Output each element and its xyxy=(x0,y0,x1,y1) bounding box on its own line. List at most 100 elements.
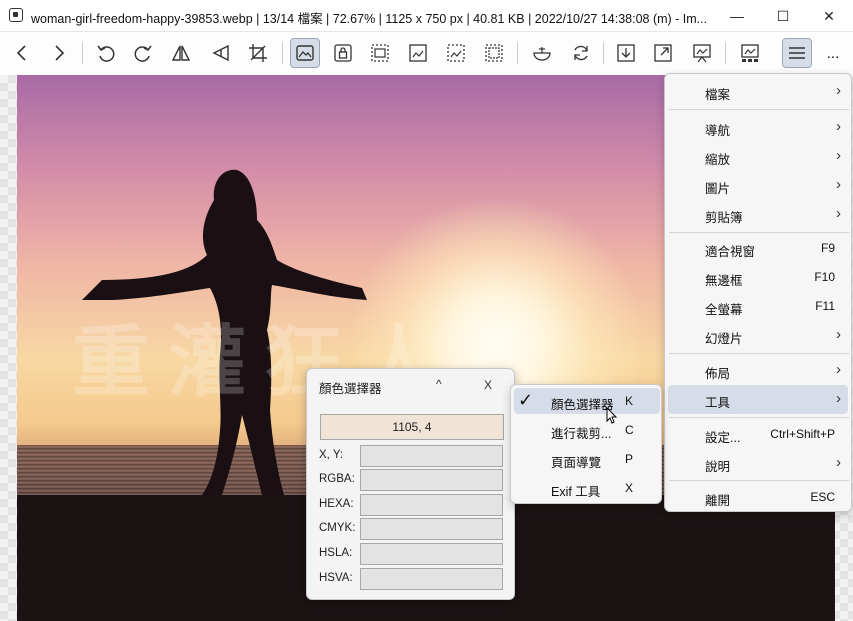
submenu-item-shortcut: P xyxy=(625,452,634,466)
menu-item-label: 工具 xyxy=(705,396,731,410)
open-location-button[interactable] xyxy=(611,38,641,68)
flip-horizontal-button[interactable] xyxy=(166,38,196,68)
menu-item-label: 全螢幕 xyxy=(705,303,743,317)
menu-separator xyxy=(669,353,849,354)
menu-item-label: 圖片 xyxy=(705,182,731,196)
flip-vertical-icon xyxy=(212,44,229,62)
rotate-right-button[interactable] xyxy=(128,38,158,68)
menu-item-label: 設定... xyxy=(705,431,741,445)
next-image-button[interactable] xyxy=(44,38,74,68)
gallery-button[interactable] xyxy=(735,38,765,68)
menu-item-exit[interactable]: 離開 ESC xyxy=(668,483,848,512)
hamburger-icon xyxy=(789,47,805,59)
hsva-label: HSVA: xyxy=(319,572,353,584)
menu-item-clipboard[interactable]: 剪貼簿 › xyxy=(668,200,848,229)
color-picker-panel: 顏色選擇器 ^ X 1105, 4 X, Y: RGBA: HEXA: CMYK… xyxy=(306,368,515,600)
submenu-item-label: 進行裁剪... xyxy=(551,427,612,441)
close-button[interactable]: ✕ xyxy=(806,0,852,32)
refresh-button[interactable] xyxy=(566,38,596,68)
toolbar-separator xyxy=(517,42,518,64)
submenu-item-exif-tool[interactable]: Exif 工具 X xyxy=(514,475,660,501)
minimize-button[interactable]: — xyxy=(714,0,760,32)
window-title: woman-girl-freedom-happy-39853.webp | 13… xyxy=(31,12,708,26)
fit-window-icon xyxy=(409,44,427,62)
menu-item-zoom[interactable]: 縮放 › xyxy=(668,142,848,171)
menu-item-layout[interactable]: 佈局 › xyxy=(668,356,848,385)
hsla-field[interactable] xyxy=(360,543,503,565)
fit-window-button[interactable] xyxy=(403,38,433,68)
flip-vertical-button[interactable] xyxy=(206,38,236,68)
previous-image-button[interactable] xyxy=(7,38,37,68)
maximize-view-button[interactable] xyxy=(648,38,678,68)
fullscreen-button[interactable] xyxy=(441,38,471,68)
rotate-left-button[interactable] xyxy=(91,38,121,68)
hexa-field[interactable] xyxy=(360,494,503,516)
menu-separator xyxy=(669,417,849,418)
hsva-field[interactable] xyxy=(360,568,503,590)
collapse-button[interactable]: ^ xyxy=(436,377,442,391)
menu-item-shortcut: F10 xyxy=(814,270,835,284)
submenu-item-color-picker[interactable]: ✓ 顏色選擇器 K xyxy=(514,388,660,414)
chevron-left-icon xyxy=(16,45,26,61)
hsla-label: HSLA: xyxy=(319,547,353,559)
cmyk-field[interactable] xyxy=(360,518,503,540)
menu-item-label: 幻燈片 xyxy=(705,332,743,346)
menu-item-label: 離開 xyxy=(705,494,731,508)
chevron-right-icon: › xyxy=(836,147,841,164)
menu-item-label: 佈局 xyxy=(705,367,731,381)
frameless-icon xyxy=(371,44,389,62)
checkmark-icon: ✓ xyxy=(518,390,534,410)
color-picker-close-button[interactable]: X xyxy=(484,378,492,392)
menu-item-navigation[interactable]: 導航 › xyxy=(668,113,848,142)
menu-item-label: 導航 xyxy=(705,124,731,138)
menu-item-shortcut: Ctrl+Shift+P xyxy=(770,427,835,441)
toolbar-separator xyxy=(603,42,604,64)
frameless-button[interactable] xyxy=(365,38,395,68)
refresh-icon xyxy=(574,45,588,61)
chevron-right-icon xyxy=(55,45,65,61)
color-picker-toggle-button[interactable] xyxy=(290,38,320,68)
crop-button[interactable] xyxy=(243,38,273,68)
menu-item-frameless[interactable]: 無邊框 F10 xyxy=(668,263,848,292)
checkerboard-button[interactable] xyxy=(479,38,509,68)
submenu-item-label: 頁面導覽 xyxy=(551,456,602,470)
menu-separator xyxy=(669,109,849,110)
menu-item-tools[interactable]: 工具 › xyxy=(668,385,848,414)
lock-button[interactable] xyxy=(328,38,358,68)
rgba-field[interactable] xyxy=(360,469,503,491)
menu-item-fit-window[interactable]: 適合視窗 F9 xyxy=(668,234,848,263)
hsla-row: HSLA: xyxy=(319,543,505,566)
menu-item-file[interactable]: 檔案 › xyxy=(668,77,848,106)
chevron-right-icon: › xyxy=(836,118,841,135)
submenu-item-crop[interactable]: 進行裁剪... C xyxy=(514,417,660,443)
menu-item-label: 剪貼簿 xyxy=(705,211,743,225)
chevron-right-icon: › xyxy=(836,361,841,378)
main-menu-button[interactable] xyxy=(782,38,812,68)
toolbar-separator xyxy=(82,42,83,64)
toolbar-separator xyxy=(725,42,726,64)
rgba-row: RGBA: xyxy=(319,469,505,492)
menu-item-slideshow[interactable]: 幻燈片 › xyxy=(668,321,848,350)
menu-item-image[interactable]: 圖片 › xyxy=(668,171,848,200)
bowl-icon xyxy=(533,47,551,61)
slideshow-icon xyxy=(693,44,711,63)
color-picker-title: 顏色選擇器 xyxy=(319,382,382,396)
delete-button[interactable] xyxy=(527,38,557,68)
submenu-item-page-nav[interactable]: 頁面導覽 P xyxy=(514,446,660,472)
rotate-left-icon xyxy=(97,45,115,62)
slideshow-button[interactable] xyxy=(687,38,717,68)
chevron-right-icon: › xyxy=(836,390,841,407)
menu-separator xyxy=(669,232,849,233)
xy-field[interactable] xyxy=(360,445,503,467)
menu-item-help[interactable]: 說明 › xyxy=(668,449,848,478)
submenu-item-shortcut: X xyxy=(625,481,634,495)
maximize-button[interactable]: ☐ xyxy=(760,0,806,32)
menu-item-fullscreen[interactable]: 全螢幕 F11 xyxy=(668,292,848,321)
hexa-row: HEXA: xyxy=(319,494,505,517)
toolbar-separator xyxy=(282,42,283,64)
submenu-item-shortcut: K xyxy=(625,394,634,408)
expand-icon xyxy=(654,44,672,62)
hsva-row: HSVA: xyxy=(319,568,505,591)
more-button[interactable]: ... xyxy=(818,38,848,68)
menu-item-settings[interactable]: 設定... Ctrl+Shift+P xyxy=(668,420,848,449)
